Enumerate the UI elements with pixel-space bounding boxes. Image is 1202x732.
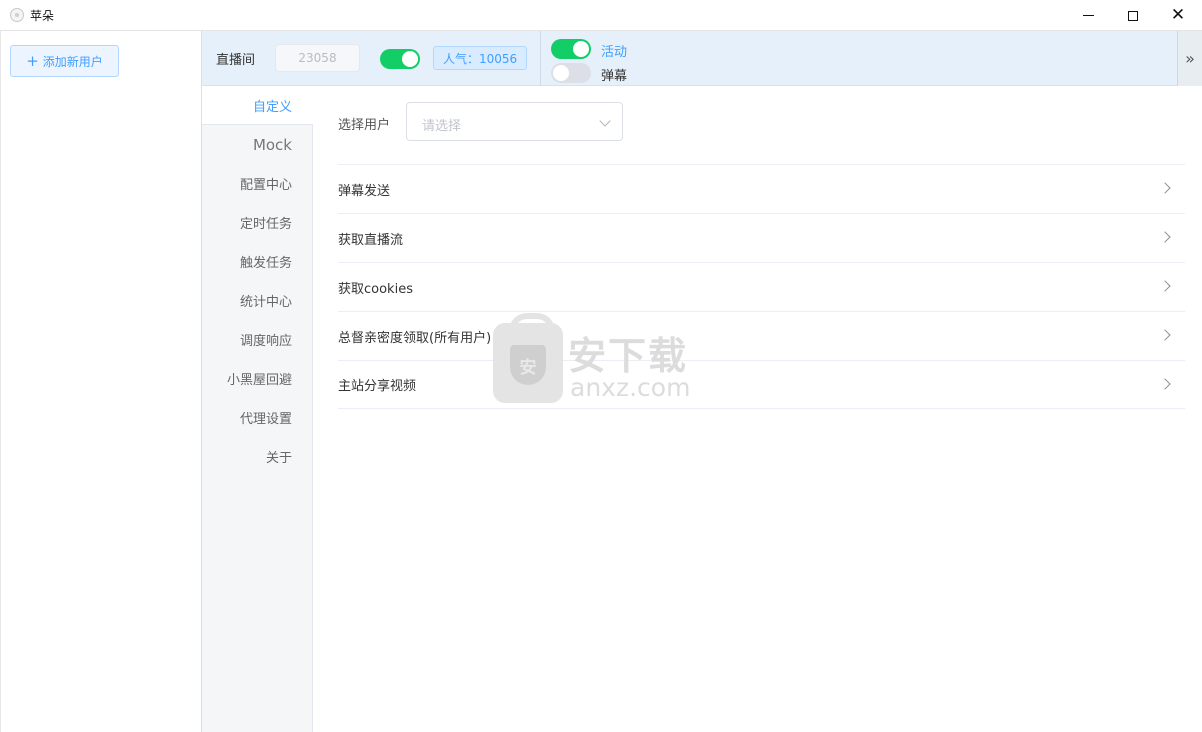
tab-mock[interactable]: Mock [202, 125, 313, 164]
danmaku-label: 弹幕 [601, 69, 628, 84]
expand-panel-button[interactable]: » [1177, 31, 1202, 86]
content-panel: 选择用户 请选择 弹幕发送 获取直播流 获取cookies 总督亲密度领取(所有… [313, 86, 1202, 732]
list-item-label: 获取cookies [338, 281, 413, 297]
action-share-video[interactable]: 主站分享视频 [338, 360, 1185, 409]
maximize-icon [1128, 10, 1138, 21]
chevron-right-icon [1159, 378, 1171, 390]
chevron-right-icon [1159, 182, 1171, 194]
room-id-input[interactable]: 23058 [275, 44, 360, 72]
tab-proxy-settings[interactable]: 代理设置 [202, 398, 313, 437]
room-label: 直播间 [216, 53, 256, 68]
list-item-label: 获取直播流 [338, 232, 404, 248]
tab-about[interactable]: 关于 [202, 437, 313, 476]
select-placeholder: 请选择 [422, 119, 462, 134]
list-item-label: 主站分享视频 [338, 379, 417, 394]
room-switch[interactable] [380, 49, 420, 69]
app-logo-icon [10, 8, 24, 22]
add-user-label: 添加新用户 [42, 54, 103, 69]
plus-icon: + [26, 51, 39, 70]
activity-switch[interactable] [551, 39, 591, 59]
action-get-stream[interactable]: 获取直播流 [338, 213, 1185, 262]
topbar-divider [540, 31, 541, 86]
switch-knob [553, 65, 569, 81]
tab-custom[interactable]: 自定义 [202, 86, 313, 125]
window-title: 苹朵 [30, 9, 55, 23]
danmaku-switch[interactable] [551, 63, 591, 83]
chevron-right-icon [1159, 329, 1171, 341]
tab-blackroom-avoid[interactable]: 小黑屋回避 [202, 359, 313, 398]
top-bar: 直播间 23058 人气：10056 活动 弹幕 » [202, 31, 1202, 86]
popularity-badge: 人气：10056 [433, 46, 528, 70]
close-icon: ✕ [1170, 5, 1186, 25]
tab-trigger-tasks[interactable]: 触发任务 [202, 242, 313, 281]
double-chevron-right-icon: » [1185, 49, 1195, 68]
chevron-right-icon [1159, 280, 1171, 292]
list-item-label: 弹幕发送 [338, 183, 391, 199]
user-panel: + 添加新用户 [0, 31, 202, 732]
tab-config-center[interactable]: 配置中心 [202, 164, 313, 203]
activity-label: 活动 [601, 45, 628, 60]
action-list: 弹幕发送 获取直播流 获取cookies 总督亲密度领取(所有用户) 主站分享视… [338, 164, 1185, 409]
tab-list: 自定义 Mock 配置中心 定时任务 触发任务 统计中心 调度响应 小黑屋回避 … [202, 86, 313, 732]
chevron-right-icon [1159, 231, 1171, 243]
minimize-button[interactable] [1065, 0, 1111, 31]
switch-knob [573, 41, 589, 57]
tab-scheduled-tasks[interactable]: 定时任务 [202, 203, 313, 242]
select-user-dropdown[interactable]: 请选择 [406, 102, 623, 141]
tab-dispatch-response[interactable]: 调度响应 [202, 320, 313, 359]
add-user-button[interactable]: + 添加新用户 [10, 45, 119, 77]
list-item-label: 总督亲密度领取(所有用户) [338, 330, 492, 346]
tab-stats-center[interactable]: 统计中心 [202, 281, 313, 320]
action-danmaku-send[interactable]: 弹幕发送 [338, 164, 1185, 213]
close-button[interactable]: ✕ [1155, 0, 1201, 31]
maximize-button[interactable] [1110, 0, 1156, 31]
switch-knob [402, 51, 418, 67]
minimize-icon [1082, 15, 1094, 16]
action-governor-intimacy[interactable]: 总督亲密度领取(所有用户) [338, 311, 1185, 360]
action-get-cookies[interactable]: 获取cookies [338, 262, 1185, 311]
chevron-down-icon [599, 115, 611, 127]
select-user-label: 选择用户 [338, 118, 391, 133]
title-bar: 苹朵 ✕ [0, 0, 1202, 31]
